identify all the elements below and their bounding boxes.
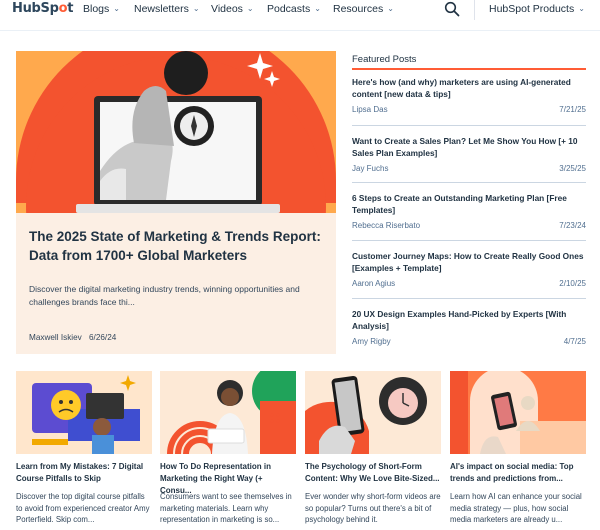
nav-divider [474,0,475,20]
nav-item-label: Blogs [83,3,110,15]
nav-item-podcasts[interactable]: Podcasts ⌄ [267,3,321,15]
nav-item-label: Videos [211,3,243,15]
featured-post-date: 7/21/25 [559,105,586,114]
nav-item-newsletters[interactable]: Newsletters ⌄ [134,3,200,15]
featured-post-title[interactable]: Customer Journey Maps: How to Create Rea… [352,250,586,274]
search-icon[interactable] [444,1,460,17]
featured-post-author[interactable]: Lipsa Das [352,105,388,114]
featured-post-date: 7/23/24 [559,221,586,230]
featured-post-title[interactable]: Want to Create a Sales Plan? Let Me Show… [352,135,586,159]
card-image[interactable] [16,371,152,454]
featured-post-title[interactable]: Here's how (and why) marketers are using… [352,76,586,100]
featured-post-meta: Amy Rigby 4/7/25 [352,337,586,346]
featured-post-author[interactable]: Aaron Agius [352,279,395,288]
nav-item-label: Newsletters [134,3,189,15]
chevron-down-icon: ⌄ [246,4,254,13]
featured-post[interactable]: Customer Journey Maps: How to Create Rea… [352,250,586,288]
card-image[interactable] [450,371,586,454]
featured-post-meta: Lipsa Das 7/21/25 [352,105,586,114]
featured-divider [352,125,586,126]
featured-post[interactable]: 20 UX Design Examples Hand-Picked by Exp… [352,308,586,346]
featured-post-author[interactable]: Jay Fuchs [352,164,388,173]
featured-heading: Featured Posts [352,54,417,65]
featured-post-date: 4/7/25 [563,337,586,346]
nav-item-label: Podcasts [267,3,311,15]
featured-post[interactable]: Want to Create a Sales Plan? Let Me Show… [352,135,586,173]
nav-border [0,30,600,31]
nav-item-hubspot-products[interactable]: HubSpot Products ⌄ [489,3,585,15]
hero-article[interactable]: The 2025 State of Marketing & Trends Rep… [16,51,336,354]
featured-post[interactable]: Here's how (and why) marketers are using… [352,76,586,114]
nav-item-blogs[interactable]: Blogs ⌄ [83,3,120,15]
featured-divider [352,182,586,183]
nav-item-label: Resources [333,3,384,15]
featured-post-title[interactable]: 6 Steps to Create an Outstanding Marketi… [352,192,586,216]
chevron-down-icon: ⌄ [113,4,120,13]
card-image[interactable] [305,371,441,454]
chevron-down-icon: ⌄ [578,4,585,13]
featured-divider [352,298,586,299]
nav-item-resources[interactable]: Resources ⌄ [333,3,394,15]
chevron-down-icon: ⌄ [314,4,321,13]
card-description: Discover the top digital course pitfalls… [16,492,150,524]
nav-item-videos[interactable]: Videos ⌄ [211,3,254,15]
card-description: Consumers want to see themselves in mark… [160,492,292,524]
card-description: Ever wonder why short-form videos are so… [305,492,441,524]
chevron-down-icon: ⌄ [192,4,200,13]
featured-post-title[interactable]: 20 UX Design Examples Hand-Picked by Exp… [352,308,586,332]
card-description: Learn how AI can enhance your social med… [450,492,582,524]
card-title[interactable]: Learn from My Mistakes: 7 Digital Course… [16,461,152,485]
featured-post-date: 2/10/25 [559,279,586,288]
featured-post[interactable]: 6 Steps to Create an Outstanding Marketi… [352,192,586,230]
featured-post-meta: Jay Fuchs 3/25/25 [352,164,586,173]
hero-description: Discover the digital marketing industry … [29,284,300,307]
card-title[interactable]: The Psychology of Short-Form Content: Wh… [305,461,441,485]
featured-post-author[interactable]: Rebecca Riserbato [352,221,420,230]
featured-divider [352,240,586,241]
hero-author[interactable]: Maxwell Iskiev [29,333,82,342]
hero-image[interactable] [16,51,336,213]
featured-post-author[interactable]: Amy Rigby [352,337,391,346]
featured-underline [352,68,586,70]
featured-post-meta: Rebecca Riserbato 7/23/24 [352,221,586,230]
featured-post-meta: Aaron Agius 2/10/25 [352,279,586,288]
featured-post-date: 3/25/25 [559,164,586,173]
top-nav: HubSpot Blogs ⌄ Newsletters ⌄ Videos ⌄ Podc… [0,0,600,20]
hubspot-logo[interactable]: HubSpot [12,1,73,16]
hero-date: 6/26/24 [89,333,117,342]
nav-item-label: HubSpot Products [489,3,575,15]
hero-title[interactable]: The 2025 State of Marketing & Trends Rep… [29,227,329,265]
card-title[interactable]: AI's impact on social media: Top trends … [450,461,586,485]
card-image[interactable] [160,371,296,454]
chevron-down-icon: ⌄ [387,4,394,13]
